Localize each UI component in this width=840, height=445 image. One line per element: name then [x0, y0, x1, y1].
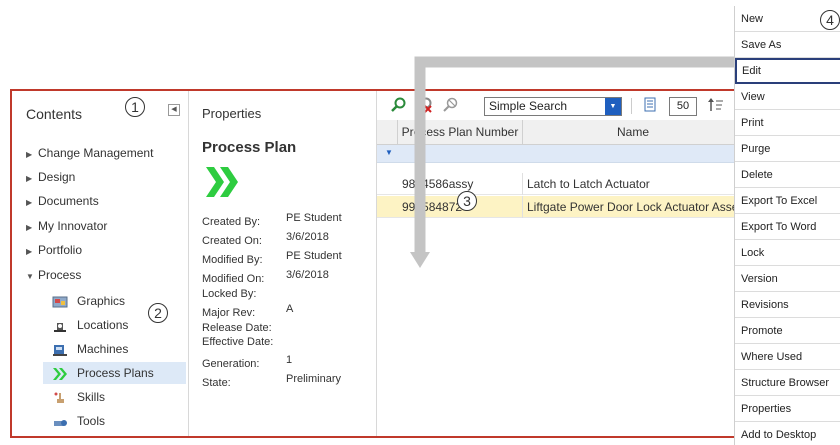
run-search-icon[interactable] — [391, 97, 407, 113]
menu-item-export-to-excel[interactable]: Export To Excel — [735, 188, 840, 214]
sub-item-process-plans[interactable]: Process Plans — [43, 362, 186, 384]
prop-label-release-date: Release Date: — [202, 322, 272, 334]
chevron-down-icon: ▼ — [26, 272, 34, 281]
cell-name: Latch to Latch Actuator — [523, 173, 740, 195]
toolbar-separator — [631, 98, 632, 114]
callout-2: 2 — [148, 303, 168, 323]
tree-item-documents[interactable]: ▶ Documents — [26, 192, 99, 210]
prop-label-state: State: — [202, 377, 231, 389]
menu-item-save-as[interactable]: Save As — [735, 32, 840, 58]
menu-item-purge[interactable]: Purge — [735, 136, 840, 162]
callout-3: 3 — [457, 191, 477, 211]
tree-item-my-innovator[interactable]: ▶ My Innovator — [26, 217, 107, 235]
menu-item-print[interactable]: Print — [735, 110, 840, 136]
cell-name: Liftgate Power Door Lock Actuator Assemb… — [523, 196, 740, 218]
search-mode-select[interactable]: Simple Search ▼ — [484, 97, 622, 116]
filter-caret-icon: ▼ — [385, 148, 393, 157]
chevron-right-icon: ▶ — [26, 174, 33, 183]
prop-value-modified-on: 3/6/2018 — [286, 269, 329, 281]
tree-item-process[interactable]: ▼ Process — [26, 266, 81, 284]
graphics-icon — [52, 296, 68, 308]
contents-title: Contents — [26, 106, 83, 122]
menu-item-where-used[interactable]: Where Used — [735, 344, 840, 370]
search-grid-panel: Simple Search ▼ 50 Process Plan Number N… — [377, 91, 740, 436]
locations-icon — [54, 322, 66, 332]
sub-item-machines[interactable]: Machines — [43, 338, 186, 360]
menu-item-properties[interactable]: Properties — [735, 396, 840, 422]
menu-item-view[interactable]: View — [735, 84, 840, 110]
context-menu: New Save As Edit View Print Purge Delete… — [734, 6, 840, 445]
menu-item-version[interactable]: Version — [735, 266, 840, 292]
chevron-right-icon: ▶ — [26, 198, 33, 207]
chevron-right-icon: ▶ — [26, 150, 33, 159]
col-header-process-plan-number[interactable]: Process Plan Number — [398, 120, 523, 145]
chevron-right-icon: ▶ — [26, 223, 33, 232]
table-row-selected[interactable]: 993584872 Liftgate Power Door Lock Actua… — [377, 196, 740, 218]
table-row[interactable]: 9874586assy Latch to Latch Actuator — [377, 173, 740, 195]
process-plan-chevron-icon — [206, 167, 238, 197]
tree-item-design[interactable]: ▶ Design — [26, 168, 75, 186]
page-list-icon[interactable] — [642, 97, 658, 113]
prop-value-major-rev: A — [286, 303, 294, 315]
prop-label-modified-on: Modified On: — [202, 273, 265, 285]
properties-title: Properties — [202, 106, 262, 121]
menu-item-structure-browser[interactable]: Structure Browser — [735, 370, 840, 396]
clear-search-icon[interactable] — [417, 97, 433, 113]
menu-item-add-to-desktop[interactable]: Add to Desktop — [735, 422, 840, 445]
prop-label-generation: Generation: — [202, 358, 260, 370]
menu-item-export-to-word[interactable]: Export To Word — [735, 214, 840, 240]
prop-label-effective-date: Effective Date: — [202, 336, 274, 348]
menu-item-revisions[interactable]: Revisions — [735, 292, 840, 318]
prop-value-state: Preliminary — [286, 373, 342, 385]
process-plans-icon — [53, 367, 67, 380]
sub-item-skills[interactable]: Skills — [43, 386, 186, 408]
menu-item-lock[interactable]: Lock — [735, 240, 840, 266]
menu-item-promote[interactable]: Promote — [735, 318, 840, 344]
prop-value-created-by: PE Student — [286, 212, 342, 224]
contents-panel: Contents ◀ ▶ Change Management ▶ Design ▶ D… — [12, 91, 189, 436]
prop-label-modified-by: Modified By: — [202, 254, 263, 266]
dropdown-arrow-icon: ▼ — [605, 98, 621, 115]
prop-value-modified-by: PE Student — [286, 250, 342, 262]
prop-value-created-on: 3/6/2018 — [286, 231, 329, 243]
callout-4: 4 — [820, 10, 840, 30]
prop-label-locked-by: Locked By: — [202, 288, 257, 300]
skills-icon — [54, 392, 64, 403]
prop-label-created-by: Created By: — [202, 216, 261, 228]
chevron-right-icon: ▶ — [26, 247, 33, 256]
prop-label-major-rev: Major Rev: — [202, 307, 256, 319]
callout-1: 1 — [125, 97, 145, 117]
sub-item-tools[interactable]: Tools — [43, 410, 186, 432]
main-window: Contents ◀ ▶ Change Management ▶ Design ▶ D… — [10, 89, 742, 438]
prop-value-generation: 1 — [286, 354, 293, 366]
menu-item-edit[interactable]: Edit — [735, 58, 840, 84]
properties-panel: Properties Process Plan Created By: PE S… — [189, 91, 377, 436]
collapse-panel-button[interactable]: ◀ — [168, 104, 180, 116]
tools-icon — [54, 419, 67, 426]
col-header-name[interactable]: Name — [523, 120, 740, 145]
screen: Contents ◀ ▶ Change Management ▶ Design ▶ D… — [0, 0, 840, 445]
tree-item-portfolio[interactable]: ▶ Portfolio — [26, 241, 82, 259]
sort-icon[interactable] — [708, 97, 724, 113]
prop-label-created-on: Created On: — [202, 235, 262, 247]
item-type-title: Process Plan — [202, 139, 297, 156]
stop-search-icon[interactable] — [443, 97, 459, 113]
tree-item-change-management[interactable]: ▶ Change Management — [26, 144, 153, 162]
filter-row[interactable]: ▼ — [377, 145, 740, 163]
machines-icon — [53, 344, 67, 356]
col-header-indicator — [377, 120, 398, 145]
menu-item-delete[interactable]: Delete — [735, 162, 840, 188]
grid-toolbar: Simple Search ▼ 50 — [377, 91, 740, 120]
page-size-input[interactable]: 50 — [669, 97, 697, 116]
